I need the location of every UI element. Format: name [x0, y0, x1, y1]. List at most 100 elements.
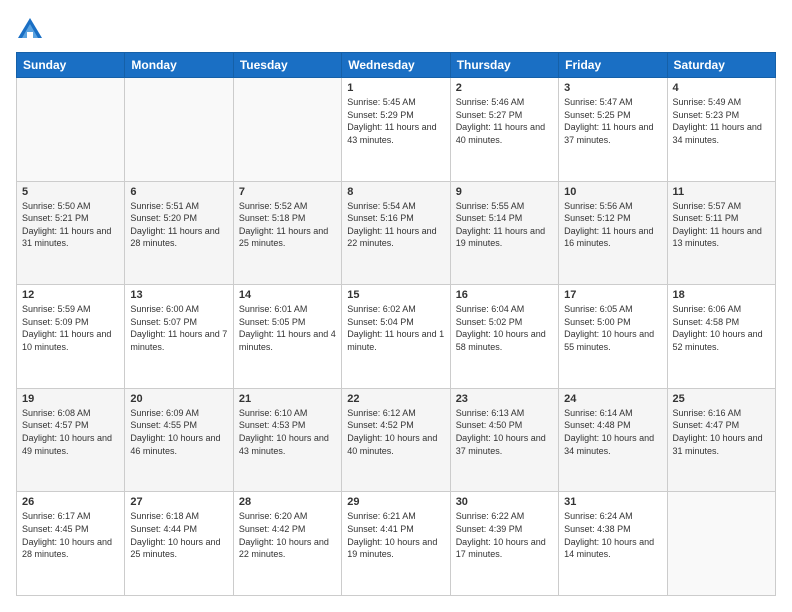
- cell-content: Sunrise: 6:16 AM Sunset: 4:47 PM Dayligh…: [673, 407, 770, 457]
- cell-content: Sunrise: 5:45 AM Sunset: 5:29 PM Dayligh…: [347, 96, 444, 146]
- day-number: 11: [673, 186, 770, 198]
- day-number: 10: [564, 186, 661, 198]
- weekday-header: Sunday: [17, 53, 125, 78]
- day-number: 4: [673, 82, 770, 94]
- calendar-cell: 4 Sunrise: 5:49 AM Sunset: 5:23 PM Daylig…: [667, 78, 775, 182]
- calendar-cell: 2 Sunrise: 5:46 AM Sunset: 5:27 PM Daylig…: [450, 78, 558, 182]
- cell-content: Sunrise: 6:17 AM Sunset: 4:45 PM Dayligh…: [22, 510, 119, 560]
- day-number: 22: [347, 393, 444, 405]
- weekday-header: Wednesday: [342, 53, 450, 78]
- day-number: 28: [239, 496, 336, 508]
- cell-content: Sunrise: 6:13 AM Sunset: 4:50 PM Dayligh…: [456, 407, 553, 457]
- calendar: SundayMondayTuesdayWednesdayThursdayFrid…: [16, 52, 776, 596]
- calendar-week: 12 Sunrise: 5:59 AM Sunset: 5:09 PM Dayli…: [17, 285, 776, 389]
- day-number: 13: [130, 289, 227, 301]
- calendar-cell: [125, 78, 233, 182]
- day-number: 21: [239, 393, 336, 405]
- weekday-row: SundayMondayTuesdayWednesdayThursdayFrid…: [17, 53, 776, 78]
- cell-content: Sunrise: 5:50 AM Sunset: 5:21 PM Dayligh…: [22, 200, 119, 250]
- day-number: 6: [130, 186, 227, 198]
- page: SundayMondayTuesdayWednesdayThursdayFrid…: [0, 0, 792, 612]
- cell-content: Sunrise: 6:10 AM Sunset: 4:53 PM Dayligh…: [239, 407, 336, 457]
- cell-content: Sunrise: 5:59 AM Sunset: 5:09 PM Dayligh…: [22, 303, 119, 353]
- calendar-cell: 13 Sunrise: 6:00 AM Sunset: 5:07 PM Dayli…: [125, 285, 233, 389]
- cell-content: Sunrise: 6:05 AM Sunset: 5:00 PM Dayligh…: [564, 303, 661, 353]
- header: [16, 16, 776, 44]
- day-number: 16: [456, 289, 553, 301]
- calendar-cell: [667, 492, 775, 596]
- day-number: 12: [22, 289, 119, 301]
- cell-content: Sunrise: 5:57 AM Sunset: 5:11 PM Dayligh…: [673, 200, 770, 250]
- calendar-cell: 1 Sunrise: 5:45 AM Sunset: 5:29 PM Daylig…: [342, 78, 450, 182]
- calendar-cell: 9Sunrise: 5:55 AM Sunset: 5:14 PM Daylig…: [450, 181, 558, 285]
- calendar-cell: 8 Sunrise: 5:54 AM Sunset: 5:16 PM Daylig…: [342, 181, 450, 285]
- calendar-cell: [17, 78, 125, 182]
- cell-content: Sunrise: 5:52 AM Sunset: 5:18 PM Dayligh…: [239, 200, 336, 250]
- day-number: 8: [347, 186, 444, 198]
- day-number: 1: [347, 82, 444, 94]
- calendar-body: 1 Sunrise: 5:45 AM Sunset: 5:29 PM Daylig…: [17, 78, 776, 596]
- calendar-week: 1 Sunrise: 5:45 AM Sunset: 5:29 PM Daylig…: [17, 78, 776, 182]
- day-number: 20: [130, 393, 227, 405]
- calendar-cell: 26Sunrise: 6:17 AM Sunset: 4:45 PM Dayli…: [17, 492, 125, 596]
- calendar-cell: 22 Sunrise: 6:12 AM Sunset: 4:52 PM Dayli…: [342, 388, 450, 492]
- day-number: 18: [673, 289, 770, 301]
- weekday-header: Friday: [559, 53, 667, 78]
- cell-content: Sunrise: 6:18 AM Sunset: 4:44 PM Dayligh…: [130, 510, 227, 560]
- cell-content: Sunrise: 5:56 AM Sunset: 5:12 PM Dayligh…: [564, 200, 661, 250]
- calendar-cell: 23 Sunrise: 6:13 AM Sunset: 4:50 PM Dayli…: [450, 388, 558, 492]
- cell-content: Sunrise: 6:24 AM Sunset: 4:38 PM Dayligh…: [564, 510, 661, 560]
- calendar-cell: 11 Sunrise: 5:57 AM Sunset: 5:11 PM Dayli…: [667, 181, 775, 285]
- day-number: 17: [564, 289, 661, 301]
- cell-content: Sunrise: 6:00 AM Sunset: 5:07 PM Dayligh…: [130, 303, 227, 353]
- day-number: 29: [347, 496, 444, 508]
- day-number: 23: [456, 393, 553, 405]
- day-number: 19: [22, 393, 119, 405]
- calendar-cell: 19 Sunrise: 6:08 AM Sunset: 4:57 PM Dayli…: [17, 388, 125, 492]
- cell-content: Sunrise: 5:49 AM Sunset: 5:23 PM Dayligh…: [673, 96, 770, 146]
- calendar-cell: 17 Sunrise: 6:05 AM Sunset: 5:00 PM Dayli…: [559, 285, 667, 389]
- cell-content: Sunrise: 5:54 AM Sunset: 5:16 PM Dayligh…: [347, 200, 444, 250]
- calendar-cell: 6 Sunrise: 5:51 AM Sunset: 5:20 PM Daylig…: [125, 181, 233, 285]
- day-number: 3: [564, 82, 661, 94]
- calendar-cell: 30 Sunrise: 6:22 AM Sunset: 4:39 PM Dayli…: [450, 492, 558, 596]
- weekday-header: Monday: [125, 53, 233, 78]
- calendar-cell: 15Sunrise: 6:02 AM Sunset: 5:04 PM Dayli…: [342, 285, 450, 389]
- logo: [16, 16, 48, 44]
- cell-content: Sunrise: 6:20 AM Sunset: 4:42 PM Dayligh…: [239, 510, 336, 560]
- calendar-cell: 31Sunrise: 6:24 AM Sunset: 4:38 PM Dayli…: [559, 492, 667, 596]
- calendar-cell: 10 Sunrise: 5:56 AM Sunset: 5:12 PM Dayli…: [559, 181, 667, 285]
- cell-content: Sunrise: 5:51 AM Sunset: 5:20 PM Dayligh…: [130, 200, 227, 250]
- calendar-cell: 27 Sunrise: 6:18 AM Sunset: 4:44 PM Dayli…: [125, 492, 233, 596]
- day-number: 5: [22, 186, 119, 198]
- cell-content: Sunrise: 6:12 AM Sunset: 4:52 PM Dayligh…: [347, 407, 444, 457]
- day-number: 2: [456, 82, 553, 94]
- calendar-cell: 5 Sunrise: 5:50 AM Sunset: 5:21 PM Daylig…: [17, 181, 125, 285]
- day-number: 24: [564, 393, 661, 405]
- cell-content: Sunrise: 6:22 AM Sunset: 4:39 PM Dayligh…: [456, 510, 553, 560]
- cell-content: Sunrise: 6:01 AM Sunset: 5:05 PM Dayligh…: [239, 303, 336, 353]
- logo-icon: [16, 16, 44, 44]
- cell-content: Sunrise: 6:09 AM Sunset: 4:55 PM Dayligh…: [130, 407, 227, 457]
- calendar-cell: 20 Sunrise: 6:09 AM Sunset: 4:55 PM Dayli…: [125, 388, 233, 492]
- calendar-cell: 29 Sunrise: 6:21 AM Sunset: 4:41 PM Dayli…: [342, 492, 450, 596]
- calendar-cell: 3Sunrise: 5:47 AM Sunset: 5:25 PM Daylig…: [559, 78, 667, 182]
- calendar-week: 26Sunrise: 6:17 AM Sunset: 4:45 PM Dayli…: [17, 492, 776, 596]
- calendar-cell: 18Sunrise: 6:06 AM Sunset: 4:58 PM Dayli…: [667, 285, 775, 389]
- cell-content: Sunrise: 6:08 AM Sunset: 4:57 PM Dayligh…: [22, 407, 119, 457]
- calendar-cell: [233, 78, 341, 182]
- day-number: 9: [456, 186, 553, 198]
- day-number: 14: [239, 289, 336, 301]
- cell-content: Sunrise: 6:21 AM Sunset: 4:41 PM Dayligh…: [347, 510, 444, 560]
- day-number: 25: [673, 393, 770, 405]
- day-number: 27: [130, 496, 227, 508]
- cell-content: Sunrise: 5:46 AM Sunset: 5:27 PM Dayligh…: [456, 96, 553, 146]
- calendar-week: 5 Sunrise: 5:50 AM Sunset: 5:21 PM Daylig…: [17, 181, 776, 285]
- calendar-cell: 14 Sunrise: 6:01 AM Sunset: 5:05 PM Dayli…: [233, 285, 341, 389]
- day-number: 15: [347, 289, 444, 301]
- weekday-header: Thursday: [450, 53, 558, 78]
- calendar-cell: 24Sunrise: 6:14 AM Sunset: 4:48 PM Dayli…: [559, 388, 667, 492]
- calendar-header: SundayMondayTuesdayWednesdayThursdayFrid…: [17, 53, 776, 78]
- weekday-header: Saturday: [667, 53, 775, 78]
- day-number: 30: [456, 496, 553, 508]
